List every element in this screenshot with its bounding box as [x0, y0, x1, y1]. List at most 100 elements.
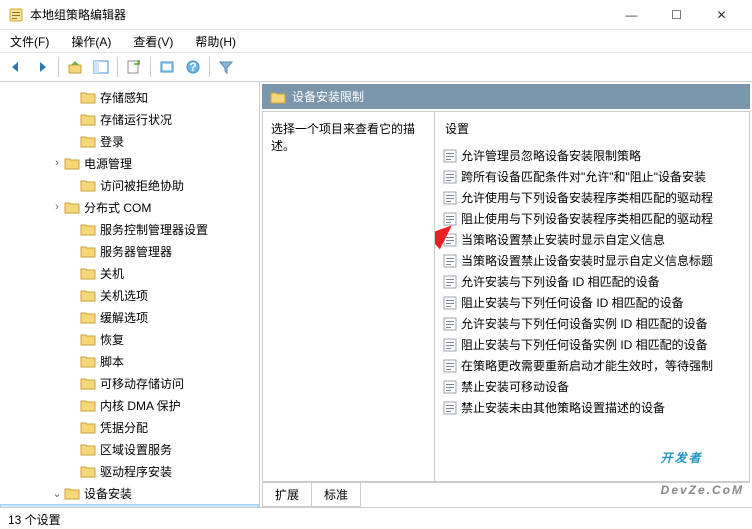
tree-item[interactable]: 存储感知: [0, 86, 259, 108]
settings-pane: 设置 允许管理员忽略设备安装限制策略跨所有设备匹配条件对"允许"和"阻止"设备安…: [435, 112, 749, 481]
close-button[interactable]: ✕: [699, 0, 744, 30]
setting-item[interactable]: 阻止使用与下列设备安装程序类相匹配的驱动程: [441, 208, 749, 229]
forward-button[interactable]: [30, 55, 54, 79]
tree-item[interactable]: 恢复: [0, 328, 259, 350]
tree-item[interactable]: 存储运行状况: [0, 108, 259, 130]
minimize-button[interactable]: —: [609, 0, 654, 30]
setting-label: 在策略更改需要重新启动才能生效时，等待强制: [461, 357, 713, 374]
tree-item[interactable]: › 电源管理: [0, 152, 259, 174]
setting-item[interactable]: 阻止安装与下列任何设备 ID 相匹配的设备: [441, 292, 749, 313]
status-text: 13 个设置: [8, 513, 61, 527]
tree-label: 存储运行状况: [100, 111, 172, 128]
setting-label: 允许安装与下列设备 ID 相匹配的设备: [461, 273, 660, 290]
content-header: 设备安装限制: [262, 84, 750, 109]
settings-column-header[interactable]: 设置: [441, 118, 749, 145]
content-body: 选择一个项目来查看它的描述。 设置 允许管理员忽略设备安装限制策略跨所有设备匹配…: [262, 111, 750, 482]
tree-pane[interactable]: 存储感知存储运行状况登录 › 电源管理访问被拒绝协助 › 分布式 COM 服务控制管理器设…: [0, 82, 260, 507]
tree-label: 设备安装: [84, 485, 132, 502]
tree-label: 内核 DMA 保护: [100, 397, 181, 414]
tree-item[interactable]: 访问被拒绝协助: [0, 174, 259, 196]
back-button[interactable]: [4, 55, 28, 79]
svg-text:?: ?: [189, 60, 196, 74]
menu-view[interactable]: 查看(V): [129, 31, 177, 52]
tree-label: 电源管理: [84, 155, 132, 172]
setting-label: 当策略设置禁止设备安装时显示自定义信息标题: [461, 252, 713, 269]
folder-icon: [270, 90, 286, 104]
tree-item[interactable]: › 分布式 COM: [0, 196, 259, 218]
tree-item[interactable]: ⌄ 设备安装: [0, 482, 259, 504]
tree-label: 关机: [100, 265, 124, 282]
setting-item[interactable]: 阻止安装与下列任何设备实例 ID 相匹配的设备: [441, 334, 749, 355]
tree-item[interactable]: 区域设置服务: [0, 438, 259, 460]
tree-twisty[interactable]: ›: [50, 201, 64, 213]
menu-file[interactable]: 文件(F): [6, 31, 53, 52]
setting-item[interactable]: 允许使用与下列设备安装程序类相匹配的驱动程: [441, 187, 749, 208]
setting-item[interactable]: 在策略更改需要重新启动才能生效时，等待强制: [441, 355, 749, 376]
setting-item[interactable]: 跨所有设备匹配条件对"允许"和"阻止"设备安装: [441, 166, 749, 187]
tree-label: 存储感知: [100, 89, 148, 106]
tree-label: 关机选项: [100, 287, 148, 304]
setting-label: 阻止安装与下列任何设备 ID 相匹配的设备: [461, 294, 684, 311]
tree-item[interactable]: 服务器管理器: [0, 240, 259, 262]
statusbar: 13 个设置: [0, 507, 752, 529]
tree-twisty[interactable]: ⌄: [50, 487, 64, 500]
tree-item[interactable]: 缓解选项: [0, 306, 259, 328]
description-text: 选择一个项目来查看它的描述。: [271, 120, 426, 154]
settings-list: 允许管理员忽略设备安装限制策略跨所有设备匹配条件对"允许"和"阻止"设备安装允许…: [441, 145, 749, 418]
setting-label: 禁止安装未由其他策略设置描述的设备: [461, 399, 665, 416]
tree-label: 登录: [100, 133, 124, 150]
tabs: 扩展 标准: [262, 482, 750, 507]
setting-label: 允许使用与下列设备安装程序类相匹配的驱动程: [461, 189, 713, 206]
tree-item[interactable]: 内核 DMA 保护: [0, 394, 259, 416]
tree-item[interactable]: 服务控制管理器设置: [0, 218, 259, 240]
toolbar-separator: [209, 57, 210, 77]
tree-item[interactable]: 设备安装限制: [0, 504, 259, 507]
window-controls: — ☐ ✕: [609, 0, 744, 30]
setting-label: 允许安装与下列任何设备实例 ID 相匹配的设备: [461, 315, 708, 332]
tree-label: 服务控制管理器设置: [100, 221, 208, 238]
help-button[interactable]: ?: [181, 55, 205, 79]
tree-label: 分布式 COM: [84, 199, 151, 216]
titlebar: 本地组策略编辑器 — ☐ ✕: [0, 0, 752, 30]
tree-label: 恢复: [100, 331, 124, 348]
tree-item[interactable]: 凭据分配: [0, 416, 259, 438]
refresh-button[interactable]: [155, 55, 179, 79]
setting-item[interactable]: 允许安装与下列任何设备实例 ID 相匹配的设备: [441, 313, 749, 334]
setting-label: 当策略设置禁止安装时显示自定义信息: [461, 231, 665, 248]
tree-item[interactable]: 可移动存储访问: [0, 372, 259, 394]
setting-item[interactable]: 禁止安装可移动设备: [441, 376, 749, 397]
setting-item[interactable]: 当策略设置禁止设备安装时显示自定义信息标题: [441, 250, 749, 271]
setting-item[interactable]: 允许管理员忽略设备安装限制策略: [441, 145, 749, 166]
tree-item[interactable]: 关机: [0, 262, 259, 284]
content-header-title: 设备安装限制: [292, 88, 364, 105]
setting-item[interactable]: 禁止安装未由其他策略设置描述的设备: [441, 397, 749, 418]
tree-item[interactable]: 脚本: [0, 350, 259, 372]
tree-label: 访问被拒绝协助: [100, 177, 184, 194]
tree-item[interactable]: 驱动程序安装: [0, 460, 259, 482]
setting-label: 阻止安装与下列任何设备实例 ID 相匹配的设备: [461, 336, 708, 353]
description-pane: 选择一个项目来查看它的描述。: [263, 112, 435, 481]
setting-item[interactable]: 允许安装与下列设备 ID 相匹配的设备: [441, 271, 749, 292]
menu-help[interactable]: 帮助(H): [191, 31, 240, 52]
filter-button[interactable]: [214, 55, 238, 79]
tab-standard[interactable]: 标准: [311, 483, 361, 507]
tree-item[interactable]: 登录: [0, 130, 259, 152]
up-button[interactable]: [63, 55, 87, 79]
setting-label: 禁止安装可移动设备: [461, 378, 569, 395]
tree-label: 设备安装限制: [117, 507, 189, 508]
app-icon: [8, 7, 24, 23]
tree-item[interactable]: 关机选项: [0, 284, 259, 306]
tree-label: 服务器管理器: [100, 243, 172, 260]
setting-item[interactable]: 当策略设置禁止安装时显示自定义信息: [441, 229, 749, 250]
right-pane: 设备安装限制 选择一个项目来查看它的描述。 设置 允许管理员忽略设备安装限制策略…: [260, 82, 752, 507]
setting-label: 允许管理员忽略设备安装限制策略: [461, 147, 641, 164]
export-button[interactable]: [122, 55, 146, 79]
show-hide-tree-button[interactable]: [89, 55, 113, 79]
menu-action[interactable]: 操作(A): [67, 31, 115, 52]
tab-extended[interactable]: 扩展: [262, 483, 312, 507]
tree-label: 缓解选项: [100, 309, 148, 326]
tree-label: 区域设置服务: [100, 441, 172, 458]
tree-label: 可移动存储访问: [100, 375, 184, 392]
tree-twisty[interactable]: ›: [50, 157, 64, 169]
maximize-button[interactable]: ☐: [654, 0, 699, 30]
